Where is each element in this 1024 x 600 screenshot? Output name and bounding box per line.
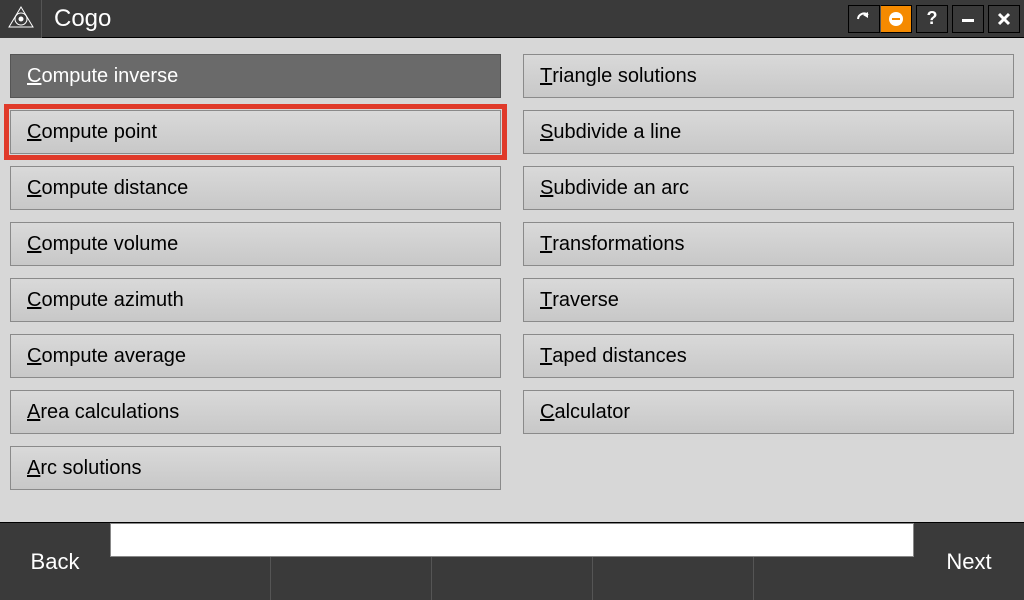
- menu-item-label: ransformations: [552, 233, 684, 256]
- menu-item[interactable]: Subdivide an arc: [523, 166, 1014, 210]
- menu-item-label: riangle solutions: [552, 65, 697, 88]
- menu-item-label: raverse: [552, 289, 619, 312]
- menu-item-accelerator: S: [540, 177, 553, 200]
- app-logo-icon: [0, 0, 42, 38]
- menu-item-accelerator: T: [540, 345, 552, 368]
- menu-item-label: ompute azimuth: [41, 289, 183, 312]
- softkey-4[interactable]: [592, 557, 753, 600]
- softkey-1[interactable]: [110, 557, 270, 600]
- menu-item-accelerator: T: [540, 289, 552, 312]
- menu-item-label: ompute inverse: [41, 65, 178, 88]
- menu-item-accelerator: T: [540, 65, 552, 88]
- menu-item-label: aped distances: [552, 345, 687, 368]
- highlighted-menu-item: Compute point: [10, 110, 501, 154]
- menu-item-accelerator: C: [27, 65, 41, 88]
- softkey-row: [110, 557, 914, 600]
- menu-item[interactable]: Compute average: [10, 334, 501, 378]
- menu-item[interactable]: Taped distances: [523, 334, 1014, 378]
- menu-item-label: alculator: [554, 401, 630, 424]
- menu-item-label: ubdivide an arc: [553, 177, 689, 200]
- window-title: Cogo: [42, 5, 848, 33]
- menu-item-accelerator: C: [27, 289, 41, 312]
- menu-item-accelerator: C: [27, 177, 41, 200]
- menu-item-accelerator: A: [27, 401, 40, 424]
- close-button[interactable]: [988, 5, 1020, 33]
- softkey-5[interactable]: [753, 557, 914, 600]
- menu-item-accelerator: C: [540, 401, 554, 424]
- menu-item[interactable]: Traverse: [523, 278, 1014, 322]
- menu-item-label: rea calculations: [40, 401, 179, 424]
- softkey-3[interactable]: [431, 557, 592, 600]
- main-menu: Compute inverseCompute pointCompute dist…: [0, 38, 1024, 522]
- menu-item-label: rc solutions: [40, 457, 141, 480]
- menu-item-accelerator: S: [540, 121, 553, 144]
- menu-column-right: Triangle solutionsSubdivide a lineSubdiv…: [523, 54, 1014, 512]
- status-strip: [110, 523, 914, 557]
- menu-item[interactable]: Compute point: [10, 110, 501, 154]
- next-button[interactable]: Next: [914, 523, 1024, 600]
- menu-item[interactable]: Triangle solutions: [523, 54, 1014, 98]
- menu-item-accelerator: A: [27, 457, 40, 480]
- stop-icon[interactable]: [880, 5, 912, 33]
- menu-item[interactable]: Compute azimuth: [10, 278, 501, 322]
- menu-item[interactable]: Area calculations: [10, 390, 501, 434]
- back-button[interactable]: Back: [0, 523, 110, 600]
- menu-item-accelerator: T: [540, 233, 552, 256]
- menu-item-accelerator: C: [27, 233, 41, 256]
- menu-item[interactable]: Arc solutions: [10, 446, 501, 490]
- softkey-2[interactable]: [270, 557, 431, 600]
- menu-item-label: ompute average: [41, 345, 186, 368]
- menu-item[interactable]: Calculator: [523, 390, 1014, 434]
- menu-item[interactable]: Compute distance: [10, 166, 501, 210]
- menu-column-left: Compute inverseCompute pointCompute dist…: [10, 54, 501, 512]
- menu-item[interactable]: Compute volume: [10, 222, 501, 266]
- bottombar-middle: [110, 523, 914, 600]
- menu-item-accelerator: C: [27, 121, 41, 144]
- menu-item-label: ompute volume: [41, 233, 178, 256]
- menu-item-accelerator: C: [27, 345, 41, 368]
- sync-icon[interactable]: [848, 5, 880, 33]
- help-button[interactable]: ?: [916, 5, 948, 33]
- menu-item-label: ubdivide a line: [553, 121, 681, 144]
- bottombar: Back Next: [0, 522, 1024, 600]
- menu-item-label: ompute point: [41, 121, 157, 144]
- titlebar: Cogo ?: [0, 0, 1024, 38]
- menu-item[interactable]: Compute inverse: [10, 54, 501, 98]
- minimize-button[interactable]: [952, 5, 984, 33]
- menu-item-label: ompute distance: [41, 177, 188, 200]
- menu-item[interactable]: Subdivide a line: [523, 110, 1014, 154]
- menu-item[interactable]: Transformations: [523, 222, 1014, 266]
